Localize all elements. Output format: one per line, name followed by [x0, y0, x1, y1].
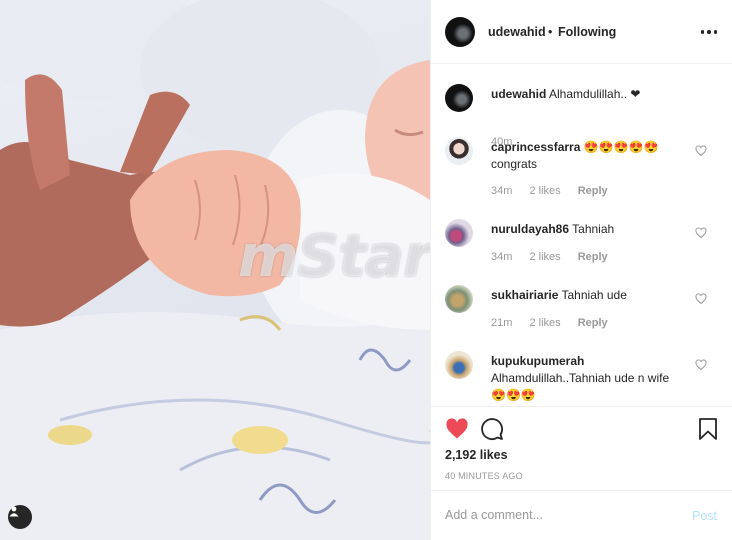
post-button[interactable]: Post: [692, 509, 717, 523]
comment-time[interactable]: 34m: [491, 185, 512, 197]
comment-input[interactable]: [445, 505, 665, 525]
author-avatar[interactable]: [445, 84, 473, 112]
comment-like-icon[interactable]: [695, 293, 707, 305]
follow-button[interactable]: Following: [558, 25, 616, 39]
reply-button[interactable]: Reply: [578, 185, 608, 197]
comment-username[interactable]: sukhairiarie: [491, 288, 558, 302]
comment-text: Tahniah ude: [561, 288, 627, 302]
heart-icon[interactable]: [445, 417, 469, 441]
separator-dot: •: [548, 25, 553, 39]
comment-username[interactable]: nuruldayah86: [491, 222, 569, 236]
reply-button[interactable]: Reply: [578, 251, 608, 263]
comment-likes[interactable]: 2 likes: [529, 185, 560, 197]
comment-username[interactable]: caprincessfarra: [491, 140, 580, 154]
comment-time[interactable]: 21m: [491, 317, 512, 329]
author-username[interactable]: udewahid: [488, 25, 546, 39]
comment-username[interactable]: kupukupumerah: [491, 354, 584, 368]
comment-text: Alhamdulillah..Tahniah ude n wife 😍😍😍: [491, 371, 670, 402]
caption-username[interactable]: udewahid: [491, 87, 546, 101]
comment-likes[interactable]: 2 likes: [529, 251, 560, 263]
user-tag-icon[interactable]: [8, 505, 32, 529]
reply-button[interactable]: Reply: [578, 317, 608, 329]
comment-like-icon[interactable]: [695, 359, 707, 371]
comment-time[interactable]: 34m: [491, 251, 512, 263]
comment-icon[interactable]: [480, 417, 504, 441]
post-panel: udewahid • Following udewahid Alhamdulil…: [430, 0, 732, 540]
commenter-avatar[interactable]: [445, 137, 473, 165]
comment-likes[interactable]: 2 likes: [529, 317, 560, 329]
likes-count[interactable]: 2,192 likes: [445, 448, 508, 462]
comments-list[interactable]: udewahid Alhamdulillah.. ❤ 40m caprinces…: [431, 64, 732, 406]
commenter-avatar[interactable]: [445, 351, 473, 379]
post-time[interactable]: 40 MINUTES AGO: [445, 471, 523, 481]
more-options-icon[interactable]: [699, 22, 719, 42]
author-avatar[interactable]: [445, 17, 475, 47]
commenter-avatar[interactable]: [445, 219, 473, 247]
post-photo[interactable]: mStar: [0, 0, 430, 540]
comment-like-icon[interactable]: [695, 227, 707, 239]
post-header: udewahid • Following: [431, 0, 732, 64]
watermark-text: mStar: [238, 222, 430, 290]
action-bar: 2,192 likes 40 MINUTES AGO: [431, 406, 732, 490]
bookmark-icon[interactable]: [697, 417, 719, 441]
caption-text: Alhamdulillah.. ❤: [549, 87, 641, 101]
comment-like-icon[interactable]: [695, 145, 707, 157]
comment-text: Tahniah: [572, 222, 615, 236]
add-comment-bar: Post: [431, 490, 732, 540]
commenter-avatar[interactable]: [445, 285, 473, 313]
